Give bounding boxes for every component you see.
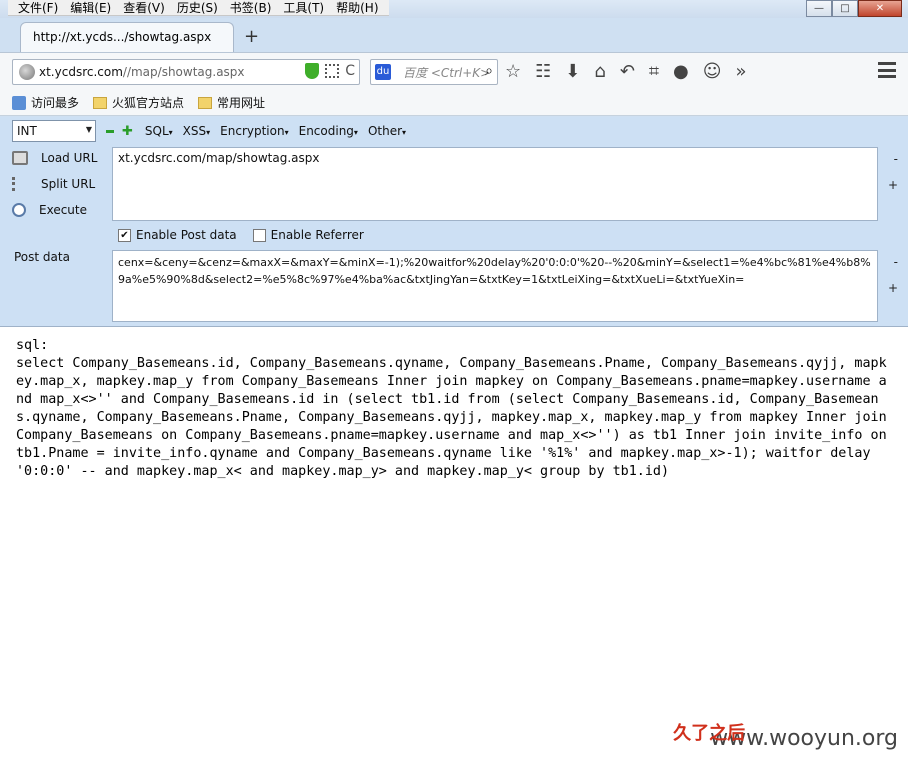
- minimize-button[interactable]: —: [806, 0, 832, 17]
- hamburger-menu-icon[interactable]: [878, 62, 896, 78]
- enable-post-checkbox[interactable]: ✔: [118, 228, 131, 242]
- enable-referrer-label: Enable Referrer: [270, 228, 364, 242]
- enable-post-label: Enable Post data: [136, 228, 237, 242]
- overflow-icon[interactable]: »: [736, 61, 747, 83]
- qr-code-icon[interactable]: [325, 64, 340, 78]
- user-icon[interactable]: ☺: [703, 61, 722, 83]
- post-data-label: Post data: [14, 250, 70, 264]
- menu-tools[interactable]: 工具(T): [277, 0, 330, 16]
- menu-encoding[interactable]: Encoding: [299, 124, 358, 138]
- bookmark-common-sites[interactable]: 常用网址: [198, 94, 265, 111]
- menu-file[interactable]: 文件(F): [12, 0, 64, 16]
- search-icon[interactable]: ⌕: [485, 63, 493, 79]
- load-url-label: Load URL: [41, 151, 98, 165]
- enable-referrer-checkbox[interactable]: [252, 228, 266, 242]
- download-icon[interactable]: ⬇: [565, 61, 580, 83]
- bookmark-firefox-site[interactable]: 火狐官方站点: [93, 94, 184, 111]
- search-placeholder: 百度 <Ctrl+K>: [403, 65, 491, 80]
- increment-icon[interactable]: ✚: [122, 124, 133, 139]
- tab-title: http://xt.ycds.../showtag.aspx: [33, 30, 212, 44]
- bookmark-label: 常用网址: [217, 96, 266, 110]
- url-icons: C: [305, 63, 355, 79]
- shield-icon[interactable]: [305, 63, 320, 79]
- execute-icon: [12, 203, 26, 217]
- type-select[interactable]: INT: [12, 120, 96, 142]
- split-url-label: Split URL: [41, 177, 96, 191]
- hackbar-toolbar: INT ✚ SQL XSS Encryption Encoding Other: [12, 120, 416, 142]
- search-bar[interactable]: du 百度 <Ctrl+K> ⌕: [370, 59, 498, 85]
- new-tab-button[interactable]: +: [244, 26, 259, 47]
- watermark: 久了之后 www.wooyun.org: [673, 723, 898, 751]
- maximize-button[interactable]: □: [832, 0, 858, 17]
- url-bar[interactable]: xt.ycdsrc.com//map/showtag.aspx C: [12, 59, 360, 85]
- menu-history[interactable]: 历史(S): [171, 0, 224, 16]
- menu-bar: 文件(F) 编辑(E) 查看(V) 历史(S) 书签(B) 工具(T) 帮助(H…: [0, 0, 908, 18]
- execute-button[interactable]: Execute: [12, 203, 87, 217]
- menu-help[interactable]: 帮助(H): [330, 0, 384, 16]
- post-shrink-button[interactable]: -: [894, 255, 898, 269]
- bookmark-star-icon[interactable]: ☆: [505, 61, 521, 83]
- decrement-icon[interactable]: [106, 129, 114, 133]
- load-url-icon: [12, 151, 28, 165]
- url-expand-button[interactable]: +: [888, 178, 898, 192]
- close-button[interactable]: ✕: [858, 0, 902, 17]
- reading-list-icon[interactable]: ☷: [535, 61, 551, 83]
- url-textarea[interactable]: xt.ycdsrc.com/map/showtag.aspx: [112, 147, 878, 221]
- folder-icon: [93, 96, 108, 109]
- menu-other[interactable]: Other: [368, 124, 406, 138]
- load-url-button[interactable]: Load URL: [12, 151, 97, 165]
- reload-icon[interactable]: C: [345, 63, 355, 79]
- menu-encryption[interactable]: Encryption: [220, 124, 288, 138]
- post-expand-button[interactable]: +: [888, 281, 898, 295]
- hackbar-panel: INT ✚ SQL XSS Encryption Encoding Other …: [0, 117, 908, 326]
- bookmark-label: 访问最多: [31, 96, 80, 110]
- menu-items: 文件(F) 编辑(E) 查看(V) 历史(S) 书签(B) 工具(T) 帮助(H…: [8, 0, 389, 16]
- watermark-cn: 久了之后: [673, 723, 746, 744]
- bookmark-label: 火狐官方站点: [112, 96, 185, 110]
- url-host: xt.ycdsrc.com: [39, 65, 123, 79]
- tab-strip: http://xt.ycds.../showtag.aspx +: [0, 18, 908, 52]
- bookmarks-bar: 访问最多 火狐官方站点 常用网址: [0, 90, 908, 116]
- menu-view[interactable]: 查看(V): [117, 0, 171, 16]
- scissors-icon: [12, 177, 20, 191]
- home-icon[interactable]: ⌂: [594, 61, 605, 83]
- window-controls: — □ ✕: [806, 0, 902, 17]
- url-shrink-button[interactable]: -: [894, 152, 898, 166]
- back-icon[interactable]: ↶: [620, 61, 635, 83]
- nav-bar: xt.ycdsrc.com//map/showtag.aspx C du 百度 …: [0, 52, 908, 90]
- menu-bookmarks[interactable]: 书签(B): [224, 0, 278, 16]
- toolbar-icons: ☆ ☷ ⬇ ⌂ ↶ ⌗ ● ☺ »: [505, 61, 747, 83]
- most-visited-icon: [12, 95, 26, 110]
- folder-icon: [198, 96, 213, 109]
- options-row: ✔ Enable Post data Enable Referrer: [118, 228, 364, 242]
- menu-sql[interactable]: SQL: [145, 124, 173, 138]
- split-url-button[interactable]: Split URL: [12, 177, 95, 191]
- page-content: sql: select Company_Basemeans.id, Compan…: [0, 326, 908, 763]
- execute-label: Execute: [39, 203, 87, 217]
- url-path: //map/showtag.aspx: [122, 65, 245, 79]
- tab-showtag[interactable]: http://xt.ycds.../showtag.aspx: [20, 22, 234, 52]
- chat-icon[interactable]: ●: [673, 61, 689, 83]
- globe-icon: [19, 64, 35, 80]
- menu-edit[interactable]: 编辑(E): [64, 0, 117, 16]
- menu-xss[interactable]: XSS: [183, 124, 210, 138]
- bookmark-most-visited[interactable]: 访问最多: [12, 94, 79, 111]
- crop-icon[interactable]: ⌗: [649, 61, 659, 83]
- sql-output: sql: select Company_Basemeans.id, Compan…: [16, 338, 887, 479]
- baidu-icon[interactable]: du: [375, 64, 391, 80]
- post-data-textarea[interactable]: cenx=&ceny=&cenz=&maxX=&maxY=&minX=-1);%…: [112, 250, 878, 322]
